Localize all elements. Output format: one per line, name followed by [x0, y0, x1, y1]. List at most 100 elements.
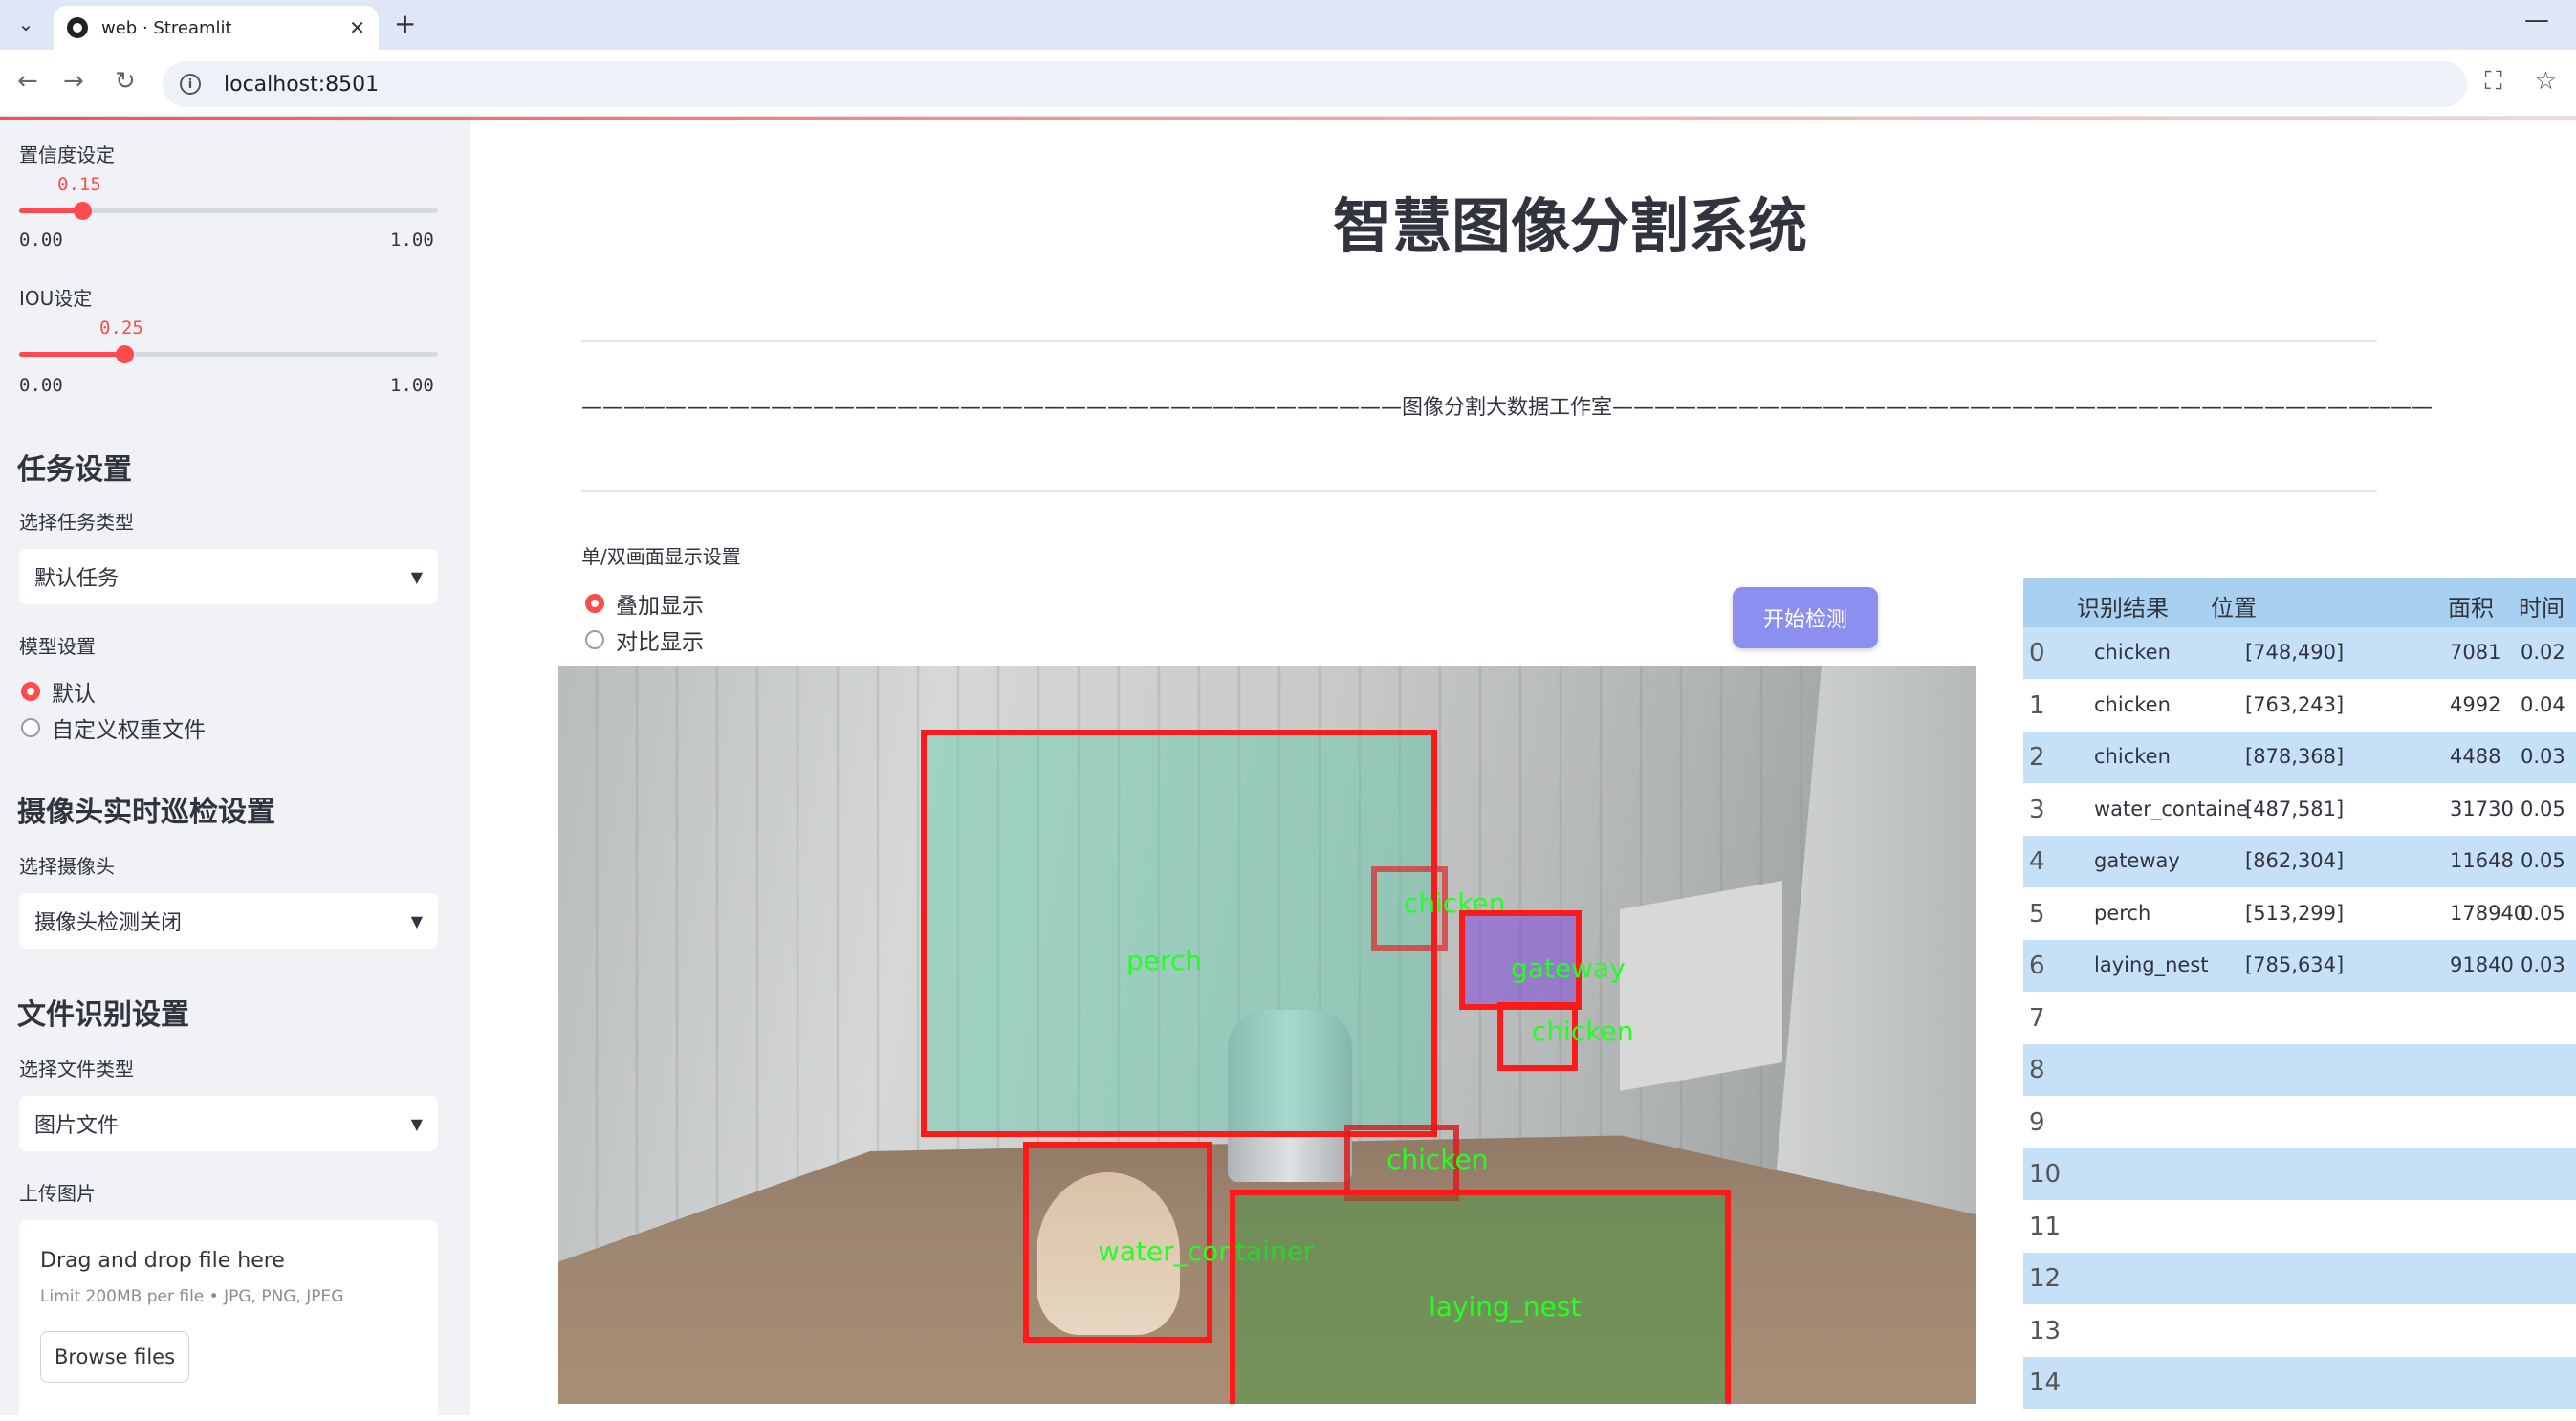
browse-files-button[interactable]: Browse files	[40, 1331, 189, 1383]
time-cell: 0.03	[2521, 953, 2565, 976]
url-text: localhost:8501	[224, 72, 380, 97]
table-row[interactable]: 1 chicken [763,243] 4992 0.04	[2023, 679, 2576, 732]
row-index: 10	[2029, 1160, 2062, 1189]
radio-unselected-icon[interactable]	[21, 718, 40, 737]
radio-unselected-icon[interactable]	[585, 630, 604, 649]
position-cell: [513,299]	[2245, 901, 2345, 925]
time-cell: 0.05	[2521, 901, 2565, 925]
minimize-icon[interactable]: —	[2524, 6, 2549, 34]
result-cell: laying_nest	[2094, 953, 2209, 976]
studio-banner: ———————————————————————————————————————图…	[581, 396, 2434, 420]
row-index: 7	[2029, 1003, 2045, 1033]
confidence-slider[interactable]	[19, 202, 438, 220]
iou-slider-thumb[interactable]	[115, 345, 134, 363]
radio-selected-icon[interactable]	[585, 594, 604, 613]
iou-value: 0.25	[99, 317, 143, 339]
tab-search-chevron-icon[interactable]: ⌄	[10, 8, 42, 40]
table-row[interactable]: 9	[2023, 1096, 2576, 1148]
area-cell: 31730	[2450, 797, 2514, 820]
table-row[interactable]: 5 perch [513,299] 178940 0.05	[2023, 887, 2576, 940]
radio-selected-icon[interactable]	[21, 682, 40, 701]
translate-icon[interactable]: ⛶	[2484, 67, 2501, 97]
table-row[interactable]: 14	[2023, 1357, 2576, 1409]
tab-title: web · Streamlit	[101, 17, 232, 38]
result-cell: chicken	[2094, 692, 2171, 716]
results-table[interactable]: 识别结果 位置 面积 时间 0 chicken [748,490] 7081 0.02 1…	[2023, 578, 2576, 1415]
model-settings-label: 模型设置	[19, 635, 96, 658]
file-type-label: 选择文件类型	[19, 1058, 134, 1081]
display-option-overlay[interactable]: 叠加显示	[585, 587, 704, 620]
forward-arrow-icon[interactable]: →	[63, 67, 84, 96]
iou-max: 1.00	[390, 375, 434, 396]
reload-icon[interactable]: ↻	[115, 67, 136, 96]
result-cell: gateway	[2094, 849, 2180, 872]
site-info-icon[interactable]: i	[180, 74, 201, 95]
dropzone-title: Drag and drop file here	[40, 1249, 285, 1273]
display-option-label: 对比显示	[616, 630, 704, 655]
time-cell: 0.04	[2521, 692, 2565, 716]
url-field[interactable]: i localhost:8501	[163, 61, 2467, 107]
confidence-slider-fill	[19, 208, 82, 213]
column-header[interactable]: 面积	[2448, 589, 2494, 623]
display-option-compare[interactable]: 对比显示	[585, 623, 704, 656]
table-row[interactable]: 8	[2023, 1044, 2576, 1096]
sidebar: 置信度设定 0.15 0.00 1.00 IOU设定 0.25 0.00 1.0…	[0, 120, 470, 1421]
camera-select[interactable]: 摄像头检测关闭 ▼	[19, 893, 438, 949]
confidence-value: 0.15	[57, 174, 101, 195]
file-dropzone[interactable]: Drag and drop file here Limit 200MB per …	[19, 1220, 438, 1421]
column-header[interactable]: 位置	[2211, 589, 2257, 623]
table-row[interactable]: 4 gateway [862,304] 11648 0.05	[2023, 836, 2576, 887]
table-row[interactable]: 3 water_containe [487,581] 31730 0.05	[2023, 783, 2576, 836]
area-cell: 178940	[2450, 901, 2527, 925]
dropzone-limit: Limit 200MB per file • JPG, PNG, JPEG	[40, 1287, 344, 1306]
position-cell: [487,581]	[2245, 797, 2345, 820]
table-row[interactable]: 6 laying_nest [785,634] 91840 0.03	[2023, 940, 2576, 992]
divider	[581, 490, 2377, 492]
chevron-down-icon: ▼	[410, 1114, 423, 1133]
start-detection-button[interactable]: 开始检测	[1733, 587, 1878, 648]
table-row[interactable]: 7	[2023, 992, 2576, 1044]
result-cell: water_containe	[2094, 797, 2249, 820]
file-type-select[interactable]: 图片文件 ▼	[19, 1096, 438, 1151]
camera-select-value: 摄像头检测关闭	[34, 911, 183, 935]
row-index: 12	[2029, 1264, 2062, 1293]
task-type-value: 默认任务	[34, 567, 120, 591]
detection-label: laying_nest	[1429, 1291, 1582, 1323]
table-row[interactable]: 2 chicken [878,368] 4488 0.03	[2023, 732, 2576, 783]
close-icon[interactable]: ✕	[349, 16, 365, 39]
bookmark-star-icon[interactable]: ☆	[2535, 67, 2557, 97]
model-option-custom[interactable]: 自定义权重文件	[21, 711, 206, 744]
model-option-label: 自定义权重文件	[52, 718, 206, 743]
task-type-select[interactable]: 默认任务 ▼	[19, 549, 438, 604]
detection-box	[921, 730, 1437, 1137]
iou-slider[interactable]	[19, 345, 438, 363]
browser-tab[interactable]: web · Streamlit ✕	[54, 6, 379, 50]
detection-label: chicken	[1386, 1144, 1489, 1175]
position-cell: [785,634]	[2245, 953, 2345, 976]
confidence-slider-thumb[interactable]	[73, 202, 92, 220]
column-header[interactable]: 识别结果	[2077, 589, 2169, 623]
detection-label: perch	[1126, 945, 1203, 976]
result-cell: perch	[2094, 901, 2151, 925]
position-cell: [878,368]	[2245, 745, 2345, 768]
back-arrow-icon[interactable]: ←	[17, 67, 38, 96]
browser-titlebar: ⌄ web · Streamlit ✕ + —	[0, 0, 2576, 50]
row-index: 0	[2029, 639, 2045, 667]
column-header[interactable]: 时间	[2519, 589, 2565, 623]
new-tab-plus-icon[interactable]: +	[394, 8, 416, 39]
model-option-default[interactable]: 默认	[21, 675, 96, 708]
area-cell: 11648	[2450, 849, 2514, 872]
table-row[interactable]: 10	[2023, 1148, 2576, 1200]
table-row[interactable]: 11	[2023, 1200, 2576, 1253]
row-index: 13	[2029, 1316, 2062, 1345]
position-cell: [862,304]	[2245, 849, 2345, 872]
row-index: 9	[2029, 1107, 2045, 1137]
table-row[interactable]: 0 chicken [748,490] 7081 0.02	[2023, 627, 2576, 679]
table-row[interactable]: 12	[2023, 1253, 2576, 1304]
area-cell: 4488	[2450, 745, 2501, 768]
iou-slider-fill	[19, 352, 124, 357]
table-row[interactable]: 13	[2023, 1304, 2576, 1357]
display-settings-label: 单/双画面显示设置	[581, 545, 741, 568]
position-cell: [763,243]	[2245, 692, 2345, 716]
row-index: 14	[2029, 1368, 2062, 1397]
